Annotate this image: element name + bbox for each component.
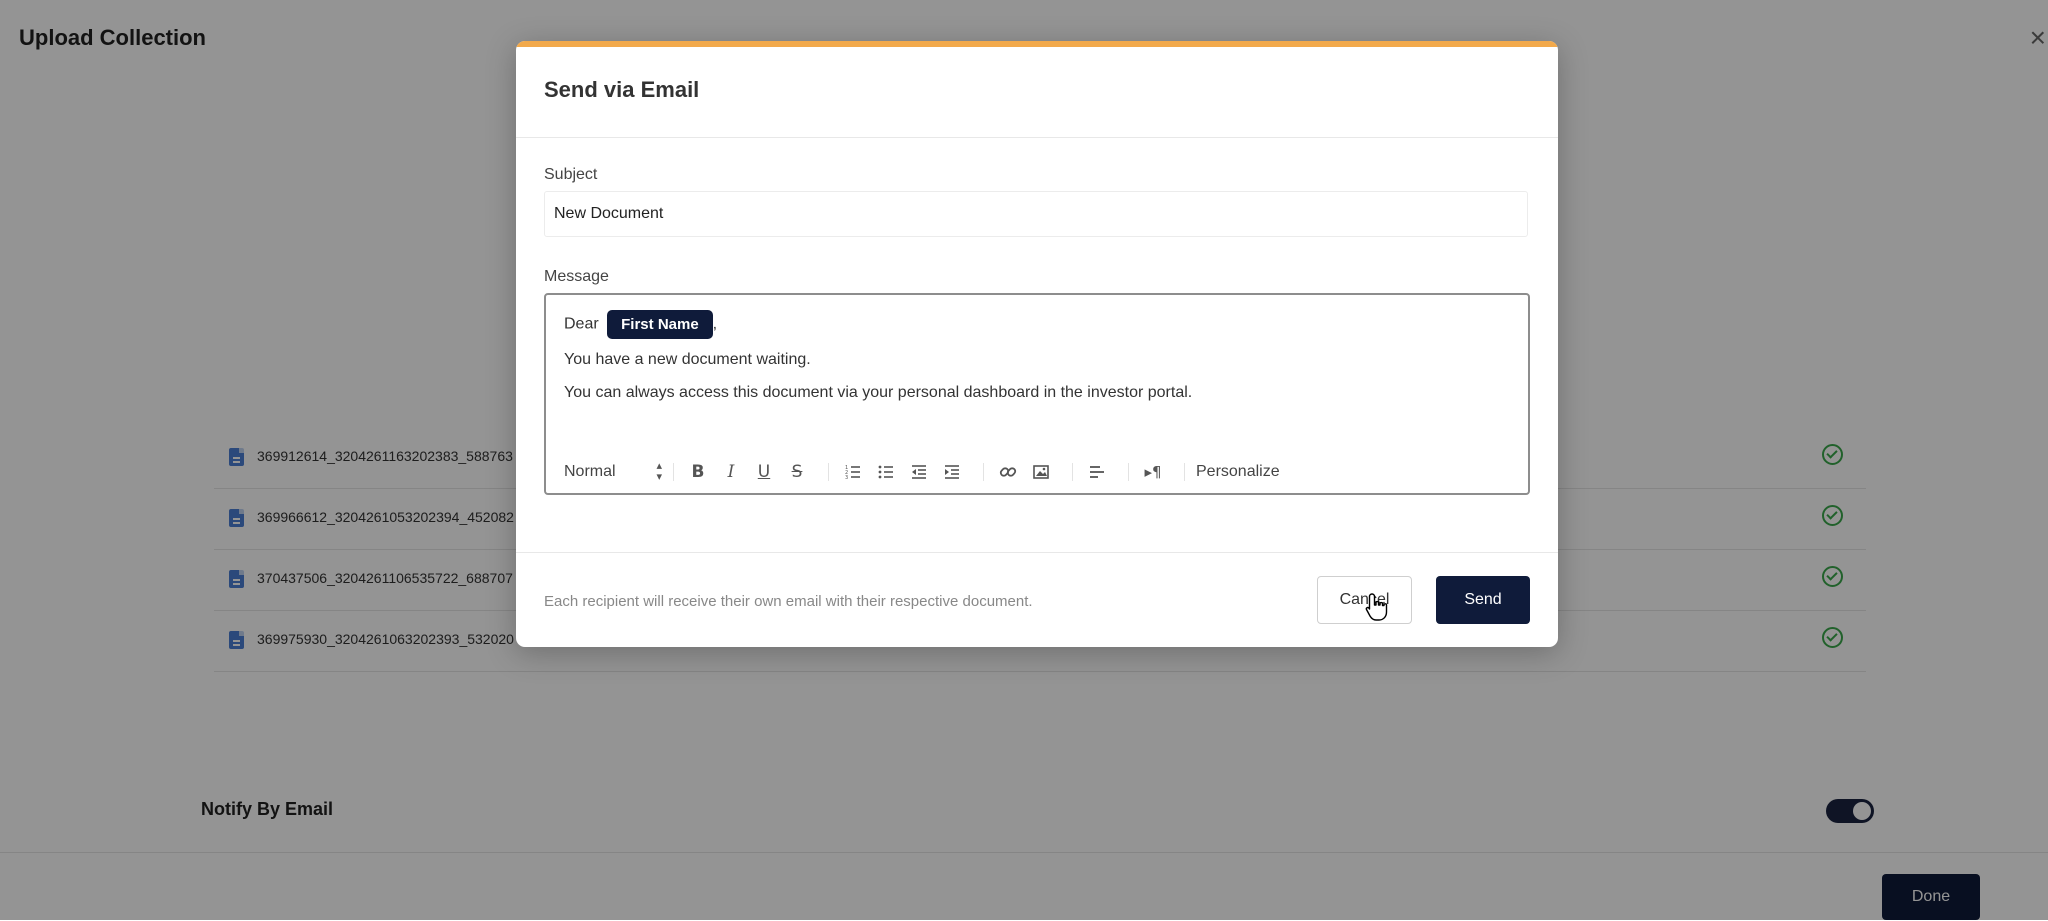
toolbar-divider — [1072, 463, 1073, 481]
sort-arrows-icon: ▴ ▾ — [656, 460, 662, 483]
subject-label: Subject — [544, 166, 598, 183]
editor-toolbar: Normal ▴ ▾ B I U S 123 ▸¶ Personalize — [564, 459, 1280, 485]
greeting-text: Dear — [564, 315, 599, 333]
format-select[interactable]: Normal ▴ ▾ — [564, 461, 662, 483]
send-via-email-modal: Send via Email Subject Message Dear Firs… — [516, 41, 1558, 647]
bullet-list-icon[interactable] — [873, 459, 899, 485]
svg-text:3: 3 — [845, 475, 848, 481]
indent-icon[interactable] — [939, 459, 965, 485]
toolbar-divider — [983, 463, 984, 481]
greeting-comma: , — [712, 315, 718, 333]
underline-icon[interactable]: U — [751, 459, 777, 485]
editor-line-2: You can always access this document via … — [564, 384, 1193, 401]
ordered-list-icon[interactable]: 123 — [840, 459, 866, 485]
footer-note: Each recipient will receive their own em… — [544, 593, 1033, 610]
subject-input[interactable] — [544, 191, 1528, 237]
bold-icon[interactable]: B — [685, 459, 711, 485]
modal-title: Send via Email — [544, 77, 700, 102]
toolbar-divider — [1128, 463, 1129, 481]
image-icon[interactable] — [1028, 459, 1054, 485]
text-direction-icon[interactable]: ▸¶ — [1140, 459, 1166, 485]
message-editor[interactable]: Dear First Name, You have a new document… — [544, 293, 1530, 495]
outdent-icon[interactable] — [906, 459, 932, 485]
link-icon[interactable] — [995, 459, 1021, 485]
send-button[interactable]: Send — [1436, 576, 1530, 624]
cancel-button[interactable]: Cancel — [1317, 576, 1412, 624]
editor-line-1: You have a new document waiting. — [564, 351, 811, 368]
message-label: Message — [544, 268, 609, 285]
editor-greeting-line: Dear First Name, — [564, 310, 717, 339]
strikethrough-icon[interactable]: S — [784, 459, 810, 485]
format-select-value: Normal — [564, 463, 616, 480]
toolbar-divider — [828, 463, 829, 481]
align-icon[interactable] — [1084, 459, 1110, 485]
modal-header: Send via Email — [516, 47, 1558, 138]
personalize-button[interactable]: Personalize — [1196, 463, 1280, 481]
toolbar-divider — [673, 463, 674, 481]
modal-footer: Each recipient will receive their own em… — [516, 552, 1558, 647]
first-name-tag[interactable]: First Name — [607, 310, 713, 339]
italic-icon[interactable]: I — [718, 459, 744, 485]
toolbar-divider — [1184, 463, 1185, 481]
